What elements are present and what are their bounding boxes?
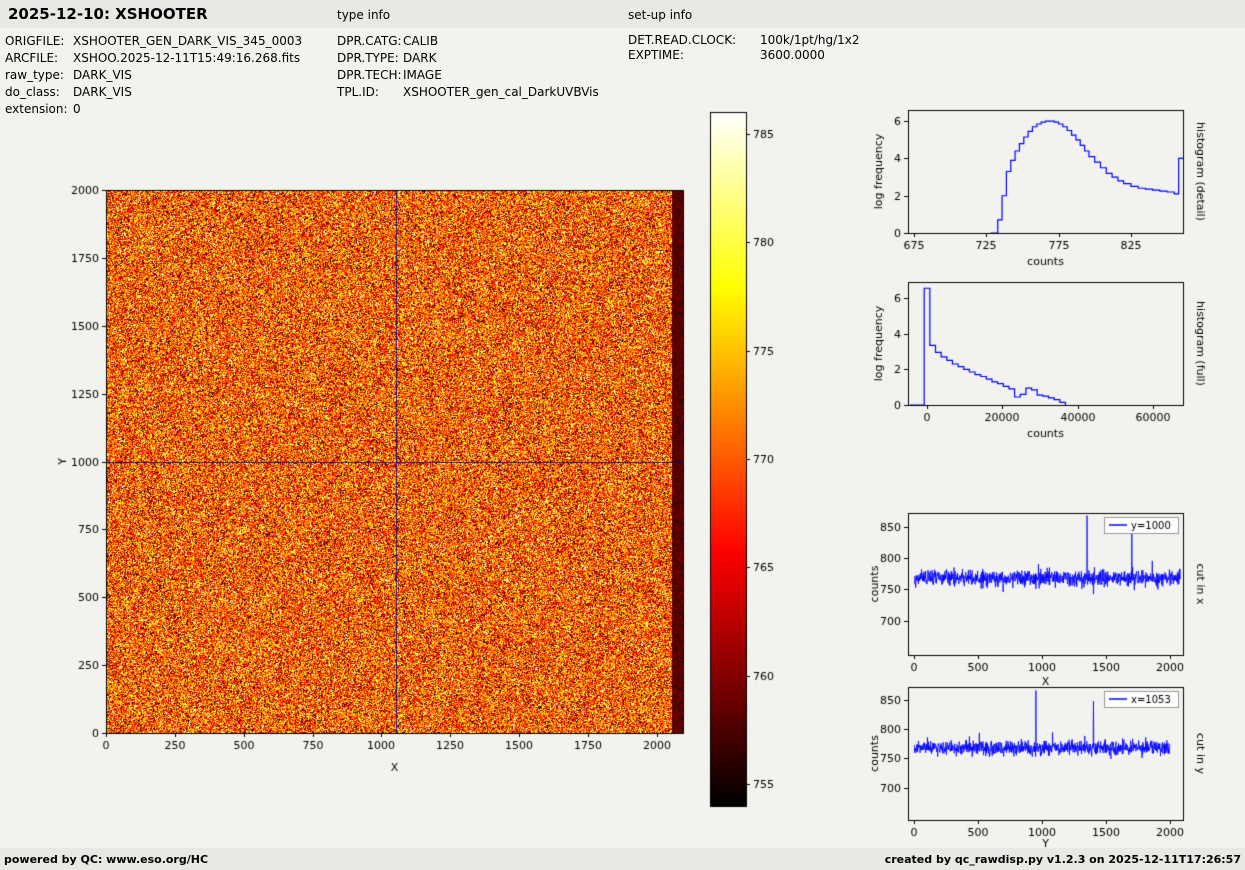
- type-info-heading: type info: [337, 8, 391, 22]
- metadata-row: DPR.CATG:CALIB: [337, 33, 599, 50]
- metadata-right-column: DET.READ.CLOCK: 100k/1pt/hg/1x2 EXPTIME: 3…: [628, 33, 860, 63]
- metadata-label: TPL.ID:: [337, 85, 379, 99]
- metadata-row: TPL.ID: XSHOOTER_gen_cal_DarkUVBVis: [337, 84, 599, 101]
- metadata-left-column: ORIGFILE: XSHOOTER_GEN_DARK_VIS_345_0003 …: [5, 33, 302, 118]
- metadata-label: raw_type:: [5, 68, 64, 82]
- metadata-value: CALIB: [403, 34, 439, 48]
- metadata-label: DPR.TECH:: [337, 68, 402, 82]
- metadata-row: ORIGFILE: XSHOOTER_GEN_DARK_VIS_345_0003: [5, 33, 302, 50]
- metadata-middle-column: DPR.CATG:CALIB DPR.TYPE: DARK DPR.TECH:IM…: [337, 33, 599, 101]
- header-bar: 2025-12-10: XSHOOTER type info set-up in…: [0, 0, 1245, 28]
- cut-in-x-canvas: [870, 496, 1230, 691]
- metadata-label: do_class:: [5, 85, 60, 99]
- main-image-canvas: [40, 160, 700, 800]
- metadata-value: XSHOOTER_GEN_DARK_VIS_345_0003: [73, 34, 303, 48]
- metadata-label: ORIGFILE:: [5, 34, 65, 48]
- metadata-label: DPR.TYPE:: [337, 51, 399, 65]
- metadata-row: DPR.TECH:IMAGE: [337, 67, 599, 84]
- metadata-label: extension:: [5, 102, 68, 116]
- metadata-row: raw_type: DARK_VIS: [5, 67, 302, 84]
- histogram-detail-canvas: [870, 93, 1230, 278]
- metadata-value: XSHOO.2025-12-11T15:49:16.268.fits: [73, 51, 301, 65]
- metadata-label: DPR.CATG:: [337, 34, 402, 48]
- metadata-value: 0: [73, 102, 81, 116]
- metadata-value: XSHOOTER_gen_cal_DarkUVBVis: [403, 85, 599, 99]
- colorbar-canvas: [700, 105, 792, 820]
- metadata-value: 3600.0000: [760, 48, 825, 62]
- metadata-value: DARK_VIS: [73, 68, 132, 82]
- metadata-row: EXPTIME: 3600.0000: [628, 48, 860, 63]
- setup-info-heading: set-up info: [628, 8, 693, 22]
- footer-powered-by: powered by QC: www.eso.org/HC: [4, 853, 209, 866]
- metadata-value: DARK: [403, 51, 437, 65]
- metadata-row: do_class: DARK_VIS: [5, 84, 302, 101]
- metadata-row: DPR.TYPE: DARK: [337, 50, 599, 67]
- metadata-label: ARCFILE:: [5, 51, 59, 65]
- metadata-row: DET.READ.CLOCK: 100k/1pt/hg/1x2: [628, 33, 860, 48]
- metadata-value: IMAGE: [403, 68, 442, 82]
- metadata-label: EXPTIME:: [628, 48, 684, 62]
- metadata-row: ARCFILE: XSHOO.2025-12-11T15:49:16.268.fi…: [5, 50, 302, 67]
- metadata-row: extension: 0: [5, 101, 302, 118]
- page-title: 2025-12-10: XSHOOTER: [8, 5, 208, 23]
- metadata-value: 100k/1pt/hg/1x2: [760, 33, 860, 47]
- footer-created-by: created by qc_rawdisp.py v1.2.3 on 2025-…: [884, 853, 1241, 866]
- metadata-label: DET.READ.CLOCK:: [628, 33, 737, 47]
- cut-in-y-canvas: [870, 670, 1230, 850]
- histogram-full-canvas: [870, 265, 1230, 450]
- metadata-value: DARK_VIS: [73, 85, 132, 99]
- footer-bar: powered by QC: www.eso.org/HC created by…: [0, 848, 1245, 870]
